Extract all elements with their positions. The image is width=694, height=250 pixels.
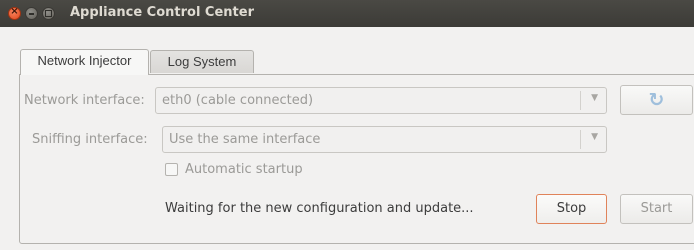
network-interface-label: Network interface: — [24, 93, 145, 108]
automatic-startup-label[interactable]: Automatic startup — [185, 162, 303, 177]
status-text: Waiting for the new configuration and up… — [165, 201, 474, 216]
refresh-button[interactable]: ↻ — [620, 85, 693, 115]
tab-log-system[interactable]: Log System — [150, 50, 254, 73]
title-bar: × Appliance Control Center — [0, 0, 694, 27]
sniffing-interface-select[interactable]: Use the same interface ▼ — [162, 126, 607, 153]
close-window-button[interactable]: × — [8, 6, 21, 20]
close-icon: × — [10, 6, 19, 17]
window-title: Appliance Control Center — [70, 5, 254, 20]
refresh-icon: ↻ — [648, 89, 665, 111]
tab-network-injector[interactable]: Network Injector — [20, 49, 149, 75]
maximize-window-button[interactable] — [42, 7, 55, 20]
maximize-icon — [45, 10, 52, 17]
minimize-window-button[interactable] — [25, 7, 38, 20]
sniffing-interface-label: Sniffing interface: — [32, 132, 148, 147]
stop-button[interactable]: Stop — [536, 194, 607, 224]
network-interface-select[interactable]: eth0 (cable connected) ▼ — [155, 87, 607, 114]
combo-separator — [580, 130, 581, 149]
network-interface-value: eth0 (cable connected) — [162, 93, 314, 108]
start-button[interactable]: Start — [620, 194, 693, 224]
dropdown-arrow-icon: ▼ — [591, 93, 598, 103]
combo-separator — [580, 91, 581, 110]
sniffing-interface-value: Use the same interface — [169, 132, 321, 147]
automatic-startup-checkbox[interactable] — [165, 163, 178, 176]
minimize-icon — [29, 13, 34, 15]
dropdown-arrow-icon: ▼ — [591, 132, 598, 142]
